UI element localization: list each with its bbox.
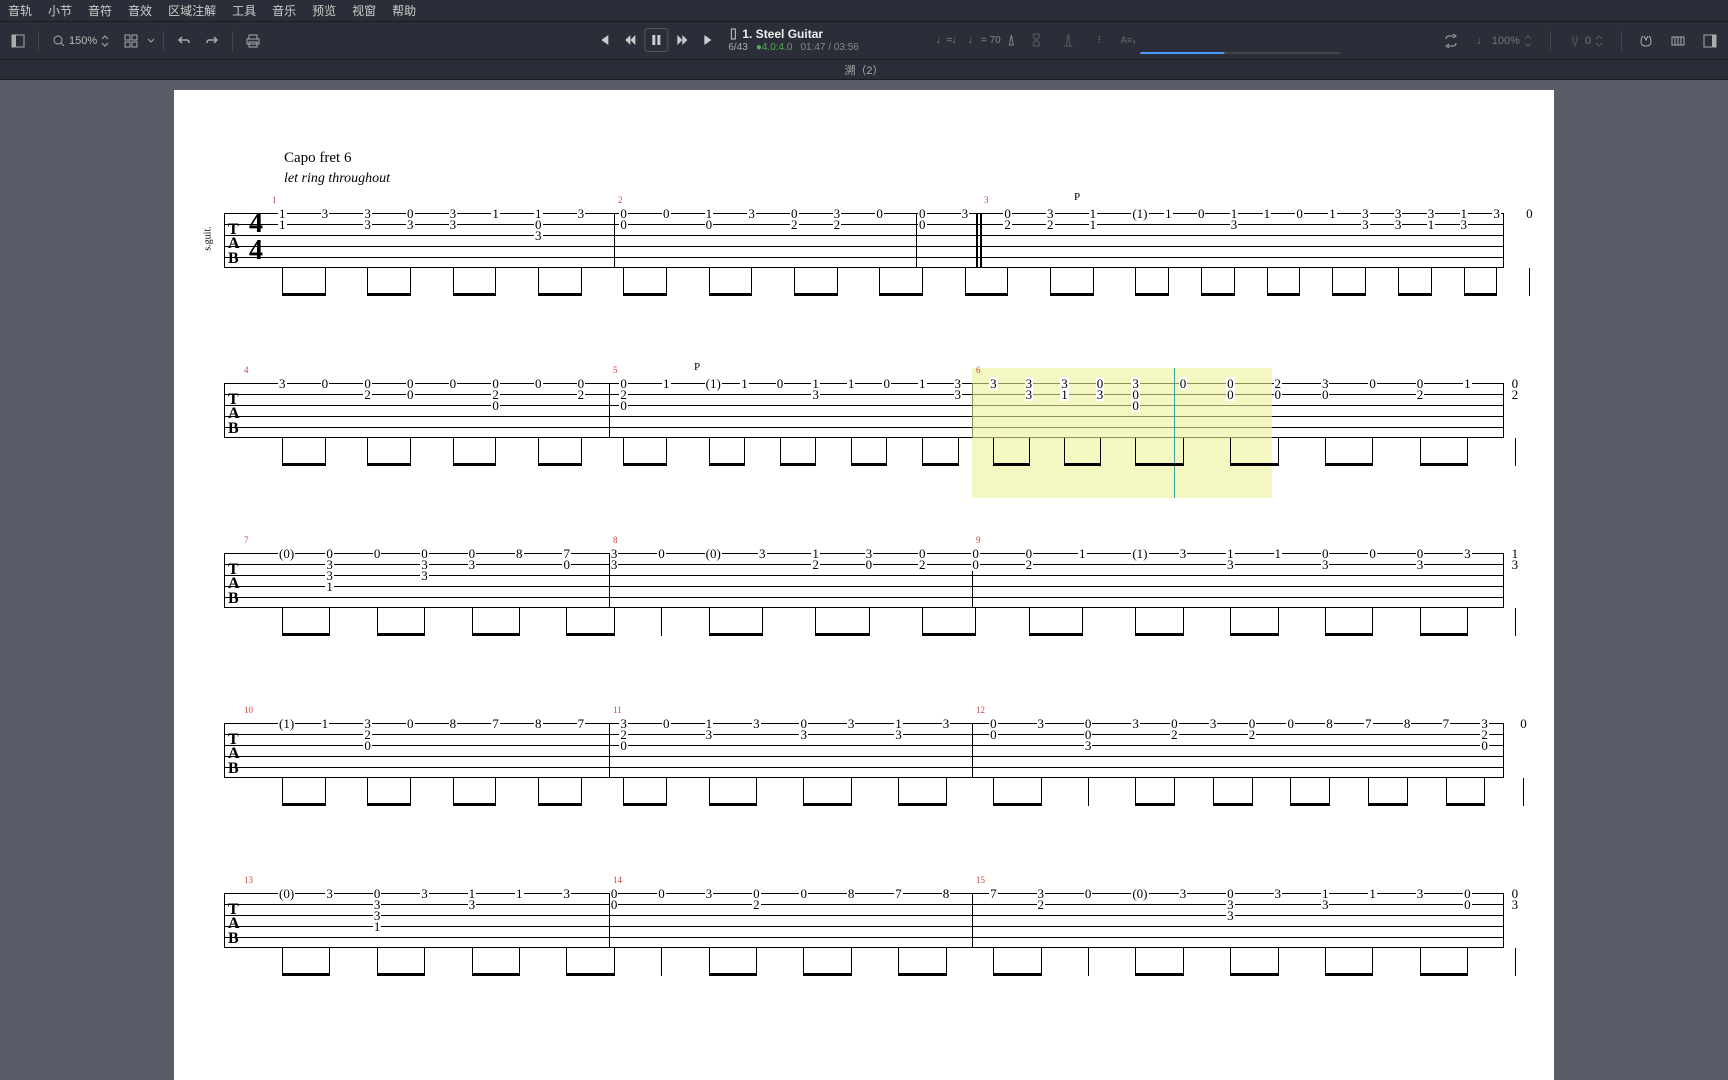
staff-row[interactable]: TAB 4 5 6 P 3 0 0/2 0/0 0 0/2/0 0 0/2 0/… <box>214 363 1514 473</box>
time-position: 01:47 / 03:56 <box>800 42 858 54</box>
menu-section[interactable]: 区域注解 <box>168 2 216 19</box>
note-speed-icon: ♩ <box>1477 35 1488 47</box>
staff-row[interactable]: TAB 789 (0) 0/3/3/1 0 0/3/3 0/3 8 7/0 3/… <box>214 533 1514 643</box>
menu-bar-item[interactable]: 小节 <box>48 2 72 19</box>
rewind-button[interactable] <box>618 28 642 52</box>
forward-button[interactable] <box>670 28 694 52</box>
document-tab[interactable]: 溯（2） <box>0 60 1728 80</box>
menu-note[interactable]: 音符 <box>88 2 112 19</box>
skip-end-button[interactable] <box>696 28 720 52</box>
fretboard-button[interactable] <box>1634 29 1658 53</box>
capo-label: Capo fret 6 <box>284 150 1514 167</box>
speed-control[interactable]: ♩ 100% <box>1471 35 1538 47</box>
pitch-value: 0 <box>1585 35 1591 47</box>
print-button[interactable] <box>241 29 265 53</box>
menu-track[interactable]: 音轨 <box>8 2 32 19</box>
staff-row[interactable]: s.guit. TAB 44 1 2 3 P 1/1 3 3/3 <box>214 193 1514 303</box>
timer-icon[interactable] <box>1025 28 1049 52</box>
stepper-icon[interactable] <box>101 35 109 47</box>
tempo-relative: ♩=♩ <box>936 35 962 46</box>
score-page: Capo fret 6 let ring throughout s.guit. … <box>174 90 1554 1080</box>
keyboard-button[interactable] <box>1666 29 1690 53</box>
guitar-icon <box>728 28 738 40</box>
menu-tools[interactable]: 工具 <box>232 2 256 19</box>
measure-number: 3 <box>984 195 989 205</box>
menu-music[interactable]: 音乐 <box>272 2 296 19</box>
menu-preview[interactable]: 预览 <box>312 2 336 19</box>
zoom-value: 150% <box>69 35 97 47</box>
transport-controls: 1. Steel Guitar 6/43 ●4.0:4.0 01:47 / 03… <box>592 27 1135 53</box>
pitch-control[interactable]: 0 <box>1563 35 1609 47</box>
undo-button[interactable] <box>172 29 196 53</box>
tempo-value: ♩ = 70 <box>968 35 1001 46</box>
pull-off-label: P <box>1074 191 1080 203</box>
pause-button[interactable] <box>644 28 668 52</box>
measure-number: 2 <box>618 195 623 205</box>
staff-row[interactable]: TAB 101112 (1) 1 3/2/0 0 8 7 8 7 3/2/0 0… <box>214 703 1514 813</box>
score-canvas[interactable]: Capo fret 6 let ring throughout s.guit. … <box>0 80 1728 1080</box>
instrument-label: s.guit. <box>203 226 214 250</box>
zoom-control[interactable]: 150% <box>47 35 115 47</box>
layout-icon[interactable] <box>119 29 143 53</box>
text-size-icon[interactable]: A≡₄ <box>1121 35 1136 45</box>
menu-effects[interactable]: 音效 <box>128 2 152 19</box>
measure-number: 1 <box>272 195 277 205</box>
skip-start-button[interactable] <box>592 28 616 52</box>
tuning-fork-icon <box>1569 35 1581 47</box>
metronome-toggle[interactable] <box>1057 28 1081 52</box>
speed-value: 100% <box>1492 35 1520 47</box>
menu-bar: 音轨 小节 音符 音效 区域注解 工具 音乐 预览 视窗 帮助 <box>0 0 1728 22</box>
metronome-icon[interactable] <box>1007 34 1017 46</box>
staff-row[interactable]: TAB 131415 (0) 3 0/3/3/1 3 1/3 1 3 0/0 0… <box>214 873 1514 983</box>
tab-lines <box>224 213 1504 268</box>
progress-bar[interactable] <box>1140 52 1340 54</box>
toolbar: 150% 1. Steel Guitar <box>0 22 1728 60</box>
panel-right-icon[interactable] <box>1698 29 1722 53</box>
countdown-icon[interactable]: ⠇ <box>1089 28 1113 52</box>
letring-label: let ring throughout <box>284 171 1514 187</box>
menu-window[interactable]: 视窗 <box>352 2 376 19</box>
menu-help[interactable]: 帮助 <box>392 2 416 19</box>
bar-position: 6/43 <box>728 42 747 54</box>
progress-fill <box>1140 52 1224 54</box>
playhead <box>1174 368 1175 498</box>
redo-button[interactable] <box>200 29 224 53</box>
search-icon <box>53 35 65 47</box>
panel-toggle-icon[interactable] <box>6 29 30 53</box>
loop-button[interactable] <box>1439 29 1463 53</box>
dropdown-icon[interactable] <box>147 35 155 47</box>
track-name-label: 1. Steel Guitar <box>742 27 823 41</box>
beat-position: ●4.0:4.0 <box>756 42 793 54</box>
